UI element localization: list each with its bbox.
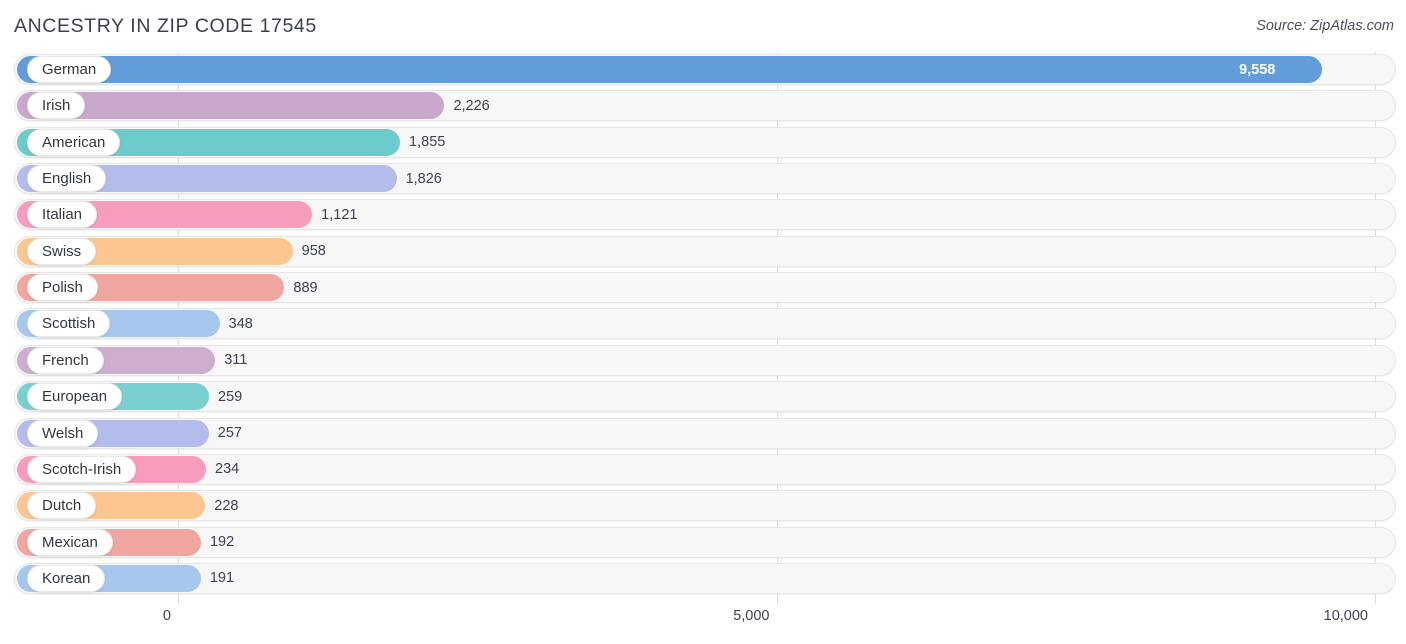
page-title: ANCESTRY IN ZIP CODE 17545 bbox=[14, 15, 317, 38]
bar-value-label: 191 bbox=[210, 563, 234, 594]
bar-label: American bbox=[42, 135, 105, 150]
bar-row[interactable]: Swiss 958 bbox=[14, 236, 1396, 267]
bar-label-pill: Mexican bbox=[27, 529, 113, 556]
bar-label: French bbox=[42, 353, 89, 368]
bar-label: Welsh bbox=[42, 426, 83, 441]
bar-row[interactable]: Italian 1,121 bbox=[14, 199, 1396, 230]
bar-row[interactable]: European 259 bbox=[14, 381, 1396, 412]
bar-value-label: 889 bbox=[293, 272, 317, 303]
bar-label: English bbox=[42, 171, 91, 186]
bar-row[interactable]: Polish 889 bbox=[14, 272, 1396, 303]
bar-row[interactable]: Welsh 257 bbox=[14, 418, 1396, 449]
bar-value-label: 2,226 bbox=[453, 90, 489, 121]
bar-value-label: 1,826 bbox=[406, 163, 442, 194]
bar-rows: German 9,558 Irish 2,226 American 1,855 Englis… bbox=[0, 52, 1406, 604]
bar-label-pill: German bbox=[27, 56, 111, 83]
bar-value-label: 257 bbox=[218, 418, 242, 449]
bar-value-label: 1,855 bbox=[409, 127, 445, 158]
bar-value-label: 1,121 bbox=[321, 199, 357, 230]
bar-row[interactable]: French 311 bbox=[14, 345, 1396, 376]
bar-value-label: 228 bbox=[214, 490, 238, 521]
bar[interactable] bbox=[17, 56, 1322, 83]
bar-row[interactable]: Dutch 228 bbox=[14, 490, 1396, 521]
bar-row[interactable]: German 9,558 bbox=[14, 54, 1396, 85]
x-axis-tick-label: 10,000 bbox=[1324, 608, 1368, 624]
bar-label-pill: European bbox=[27, 383, 122, 410]
bar-value-label: 234 bbox=[215, 454, 239, 485]
bar-label-pill: Welsh bbox=[27, 420, 98, 447]
bar-label-pill: Korean bbox=[27, 565, 105, 592]
bar-value-label: 311 bbox=[224, 345, 247, 376]
bar-label: Scotch-Irish bbox=[42, 462, 121, 477]
bar-label-pill: Scottish bbox=[27, 310, 110, 337]
bar-label-pill: Polish bbox=[27, 274, 98, 301]
bar-track bbox=[14, 345, 1396, 376]
bar-label: Dutch bbox=[42, 498, 81, 513]
bar-label: Italian bbox=[42, 207, 82, 222]
bar-label: European bbox=[42, 389, 107, 404]
x-axis-tick-label: 0 bbox=[163, 608, 171, 624]
bar-label: Korean bbox=[42, 571, 90, 586]
bar-label-pill: Scotch-Irish bbox=[27, 456, 136, 483]
bar-label: Scottish bbox=[42, 316, 95, 331]
bar-label-pill: American bbox=[27, 129, 120, 156]
bar-value-label: 958 bbox=[302, 236, 326, 267]
bar-row[interactable]: English 1,826 bbox=[14, 163, 1396, 194]
bar-value-label: 192 bbox=[210, 527, 234, 558]
x-axis: 0 5,000 10,000 bbox=[0, 604, 1406, 644]
bar-label: Polish bbox=[42, 280, 83, 295]
bar-label: German bbox=[42, 62, 96, 77]
chart-header: ANCESTRY IN ZIP CODE 17545 Source: ZipAt… bbox=[0, 0, 1406, 52]
bar-label: Swiss bbox=[42, 244, 81, 259]
bar-value-label: 259 bbox=[218, 381, 242, 412]
bar-track bbox=[14, 308, 1396, 339]
bar-row[interactable]: Korean 191 bbox=[14, 563, 1396, 594]
bar-row[interactable]: Scottish 348 bbox=[14, 308, 1396, 339]
bar-value-label: 348 bbox=[229, 308, 253, 339]
bar-label-pill: Dutch bbox=[27, 492, 96, 519]
bar-label-pill: Irish bbox=[27, 92, 85, 119]
bar-label: Mexican bbox=[42, 535, 98, 550]
bar-label-pill: Italian bbox=[27, 201, 97, 228]
bar-row[interactable]: Mexican 192 bbox=[14, 527, 1396, 558]
bar-label-pill: French bbox=[27, 347, 104, 374]
bar-label-pill: Swiss bbox=[27, 238, 96, 265]
bar-row[interactable]: Scotch-Irish 234 bbox=[14, 454, 1396, 485]
bar-label-pill: English bbox=[27, 165, 106, 192]
bar-row[interactable]: Irish 2,226 bbox=[14, 90, 1396, 121]
bar-label: Irish bbox=[42, 98, 70, 113]
bar-row[interactable]: American 1,855 bbox=[14, 127, 1396, 158]
bar-value-label: 9,558 bbox=[1239, 54, 1275, 85]
x-axis-tick-label: 5,000 bbox=[733, 608, 769, 624]
chart-plot-area: German 9,558 Irish 2,226 American 1,855 Englis… bbox=[0, 52, 1406, 604]
source-attribution: Source: ZipAtlas.com bbox=[1256, 18, 1394, 34]
